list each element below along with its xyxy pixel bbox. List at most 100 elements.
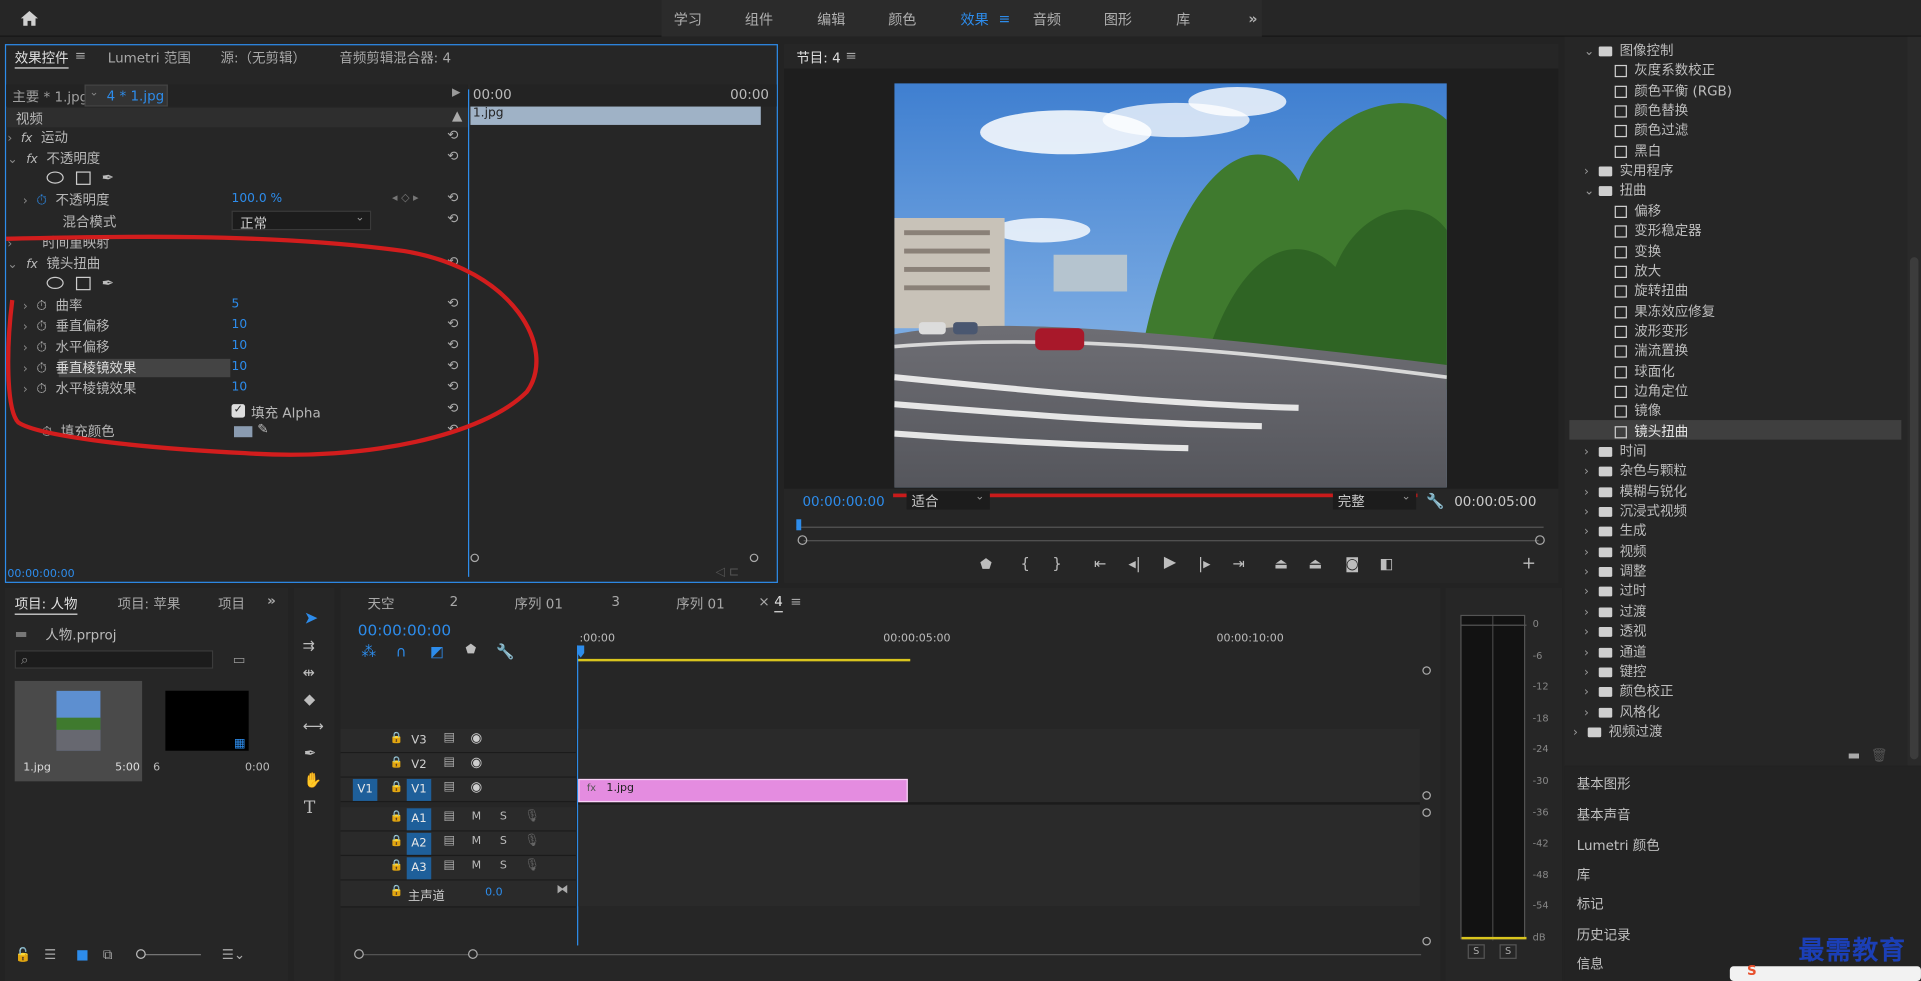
track-a3[interactable]: 🔒 A3 ▤ M S 🎙 xyxy=(340,856,576,881)
chevron-right-icon[interactable]: › xyxy=(1584,486,1599,499)
pen-tool-icon[interactable]: ✒ xyxy=(304,745,316,762)
marker-icon[interactable]: ⬟ xyxy=(980,556,992,572)
effect-folder[interactable]: › 过渡 xyxy=(1584,601,1646,621)
chevron-right-icon[interactable]: › xyxy=(1584,446,1599,459)
compare-icon[interactable]: ◧ xyxy=(1379,555,1393,572)
effect-folder[interactable]: › 杂色与颗粒 xyxy=(1584,461,1687,481)
panel-markers[interactable]: 标记 xyxy=(1577,894,1604,914)
hand-tool-icon[interactable]: ✋ xyxy=(304,772,322,789)
ripple-edit-tool-icon[interactable]: ⇹ xyxy=(303,664,315,681)
icon-view-icon[interactable]: ■ xyxy=(76,947,89,963)
chevron-right-icon[interactable]: › xyxy=(1584,546,1599,559)
nest-icon[interactable]: ⁂ xyxy=(361,643,376,660)
effect-folder[interactable]: › 视频过渡 xyxy=(1573,721,1662,741)
chevron-right-icon[interactable]: › xyxy=(1584,706,1599,719)
effect-folder[interactable]: › 模糊与锐化 xyxy=(1584,481,1687,501)
quality-select[interactable]: 完整 ⌄ xyxy=(1332,491,1417,510)
timeline-clip[interactable]: fx 1.jpg xyxy=(578,778,908,803)
project-item[interactable]: ▦ 6 0:00 xyxy=(148,681,270,781)
seq-tab-2[interactable]: 2 xyxy=(450,594,459,610)
seq-tab-seq01[interactable]: 序列 01 xyxy=(515,594,563,614)
meter-solo-left[interactable]: S xyxy=(1467,944,1485,959)
collapse-icon[interactable]: ▲ xyxy=(452,108,462,124)
seq-tab-sky[interactable]: 天空 xyxy=(368,594,395,614)
ws-menu-icon[interactable]: ≡ xyxy=(998,10,1010,27)
track-a2[interactable]: 🔒 A2 ▤ M S 🎙 xyxy=(340,831,576,857)
ws-more-icon[interactable]: » xyxy=(1248,10,1257,27)
freeform-view-icon[interactable]: ⧉ xyxy=(103,947,113,964)
effect-item[interactable]: 球面化 xyxy=(1614,361,1675,381)
reset-icon[interactable]: ⟲ xyxy=(447,211,458,227)
effect-folder[interactable]: › 视频 xyxy=(1584,541,1646,561)
new-bin-icon[interactable]: ▭ xyxy=(233,652,246,668)
ws-tab-graphics[interactable]: 图形 xyxy=(1104,10,1132,30)
effect-item[interactable]: 镜像 xyxy=(1614,401,1661,421)
wrench-icon[interactable]: 🔧 xyxy=(1426,492,1444,509)
opacity-row[interactable]: ⌄ fx 不透明度 xyxy=(7,148,100,169)
lock-icon[interactable]: 🔒 xyxy=(390,885,404,897)
track-label[interactable]: V1 xyxy=(406,778,432,801)
effects-scrollbar[interactable] xyxy=(1907,36,1921,766)
effect-folder[interactable]: › 通道 xyxy=(1584,641,1646,661)
effect-item[interactable]: 黑白 xyxy=(1614,141,1661,161)
go-to-in-icon[interactable]: ⇤ xyxy=(1094,555,1106,572)
effect-item[interactable]: 颜色替换 xyxy=(1614,100,1688,120)
program-timecode[interactable]: 00:00:00:00 xyxy=(802,494,884,510)
mark-out-icon[interactable]: } xyxy=(1052,555,1061,572)
eye-icon[interactable]: ◉ xyxy=(470,754,482,770)
solo-button[interactable]: S xyxy=(500,860,507,872)
slip-tool-icon[interactable]: ⟷ xyxy=(303,718,324,735)
lock-icon[interactable]: 🔒 xyxy=(390,781,404,793)
track-label[interactable]: V2 xyxy=(407,754,432,776)
solo-button[interactable]: S xyxy=(500,811,507,823)
effect-item[interactable]: 湍流置换 xyxy=(1614,341,1688,361)
sync-lock-icon[interactable]: ▤ xyxy=(443,834,455,847)
list-view-icon[interactable]: ☰ xyxy=(44,947,56,963)
tab-project[interactable]: 项目 xyxy=(218,594,245,614)
chevron-right-icon[interactable]: › xyxy=(1584,686,1599,699)
ws-tab-libraries[interactable]: 库 xyxy=(1176,10,1190,30)
program-playhead[interactable] xyxy=(796,519,802,531)
chevron-down-icon[interactable]: ⌄ xyxy=(1584,185,1599,198)
sort-icon[interactable]: ☰⌄ xyxy=(222,947,245,963)
chevron-right-icon[interactable]: › xyxy=(1584,165,1599,178)
sync-lock-icon[interactable]: ▤ xyxy=(443,756,455,769)
track-select-tool-icon[interactable]: ⇉ xyxy=(303,637,315,654)
panel-menu-icon[interactable]: ≡ xyxy=(790,594,801,610)
effect-item[interactable]: 变形稳定器 xyxy=(1614,221,1702,241)
effect-item[interactable]: 边角定位 xyxy=(1614,381,1688,401)
step-back-icon[interactable]: ◂| xyxy=(1128,555,1140,572)
ws-tab-learn[interactable]: 学习 xyxy=(674,10,702,30)
track-v2[interactable]: 🔒 V2 ▤ ◉ xyxy=(340,753,576,778)
project-search-input[interactable]: ⌕ xyxy=(14,650,214,669)
mute-button[interactable]: M xyxy=(472,860,482,872)
effect-folder[interactable]: › 调整 xyxy=(1584,561,1646,581)
zoom-handle-right[interactable] xyxy=(1535,535,1545,545)
add-marker-icon[interactable]: ⬟ xyxy=(466,643,477,656)
effect-item[interactable]: 旋转扭曲 xyxy=(1614,281,1688,301)
eye-icon[interactable]: ◉ xyxy=(470,730,482,746)
effect-folder[interactable]: › 沉浸式视频 xyxy=(1584,501,1687,521)
track-v1[interactable]: V1 🔒 V1 ▤ ◉ xyxy=(340,777,576,803)
opacity-value[interactable]: 100.0 % xyxy=(232,192,283,205)
master-volume[interactable]: 0.0 xyxy=(485,887,503,899)
a-scroll-handle[interactable] xyxy=(1422,936,1431,946)
effect-folder[interactable]: › 生成 xyxy=(1584,521,1646,541)
play-icon[interactable]: ▶ xyxy=(1164,554,1176,572)
ec-scrollbar[interactable] xyxy=(470,553,760,564)
effect-item[interactable]: 波形变形 xyxy=(1614,321,1688,341)
pen-mask-icon[interactable]: ✒ xyxy=(102,169,114,186)
fit-select[interactable]: 适合 ⌄ xyxy=(906,491,990,510)
go-to-out-icon[interactable]: ⇥ xyxy=(1232,555,1244,572)
chevron-right-icon[interactable]: › xyxy=(1584,566,1599,579)
effect-item[interactable]: 放大 xyxy=(1614,261,1661,281)
panel-essential-sound[interactable]: 基本声音 xyxy=(1577,805,1631,825)
mic-icon[interactable]: 🎙 xyxy=(524,810,540,823)
ws-tab-assembly[interactable]: 组件 xyxy=(745,10,773,30)
zoom-handle-left[interactable] xyxy=(797,535,808,545)
sync-lock-icon[interactable]: ▤ xyxy=(443,810,455,823)
effect-folder[interactable]: › 风格化 xyxy=(1584,701,1660,721)
mark-in-icon[interactable]: { xyxy=(1021,555,1030,572)
reset-icon[interactable]: ⟲ xyxy=(447,127,458,143)
program-ruler[interactable] xyxy=(796,526,1544,528)
